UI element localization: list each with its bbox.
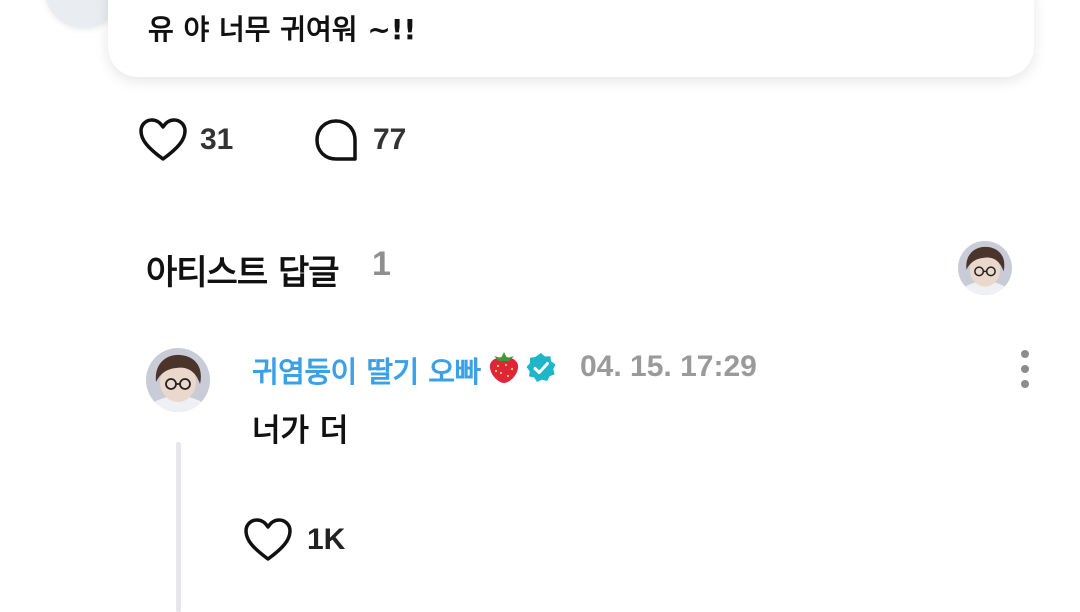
comment-button[interactable]: 77 [313, 117, 406, 163]
reply-author-avatar[interactable] [146, 348, 210, 412]
strawberry-icon [489, 352, 519, 383]
reply-author-name[interactable]: 귀염둥이 딸기 오빠 [252, 349, 481, 391]
speech-bubble-icon [315, 119, 357, 161]
comment-count: 77 [373, 123, 407, 156]
like-count: 31 [200, 123, 234, 156]
reply-like-count: 1K [307, 523, 346, 556]
more-options-icon[interactable] [1013, 350, 1037, 388]
comment-bubble: 유 야 너무 귀여워 ~!! [108, 0, 1034, 77]
like-button[interactable]: 31 [138, 117, 233, 163]
artist-replies-title: 아티스트 답글 [146, 253, 340, 293]
thread-line [176, 442, 181, 612]
comment-text: 유 야 너무 귀여워 ~!! [148, 13, 417, 46]
heart-icon [244, 518, 292, 561]
reply-text: 너가 더 [252, 413, 349, 449]
artist-avatar[interactable] [958, 241, 1012, 295]
verified-badge-icon [526, 353, 556, 382]
heart-icon [139, 118, 187, 161]
reply-like-button[interactable]: 1K [243, 517, 345, 563]
reply-timestamp: 04. 15. 17:29 [580, 350, 757, 383]
artist-replies-count: 1 [372, 245, 391, 283]
